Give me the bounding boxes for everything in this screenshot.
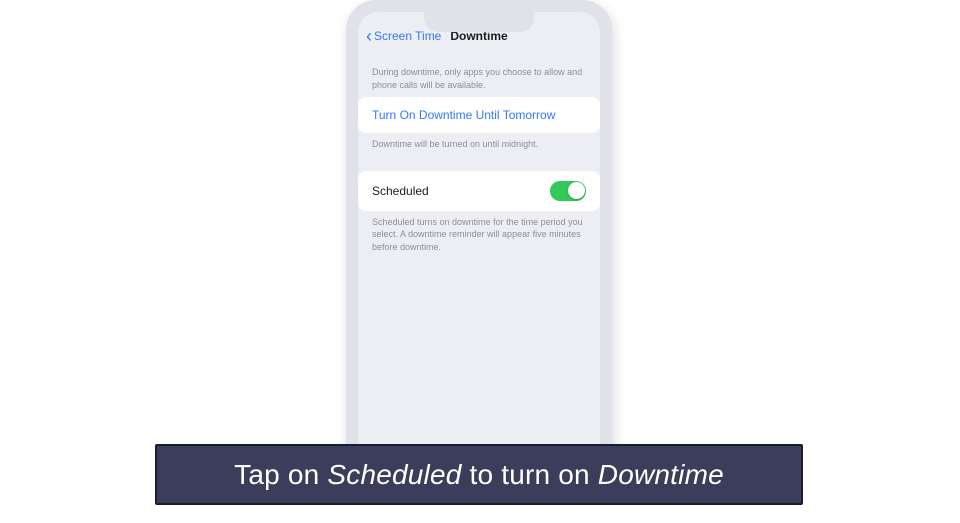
phone-frame: ‹ Screen Time Downtime During downtime, … bbox=[346, 0, 612, 460]
phone-notch bbox=[424, 12, 534, 32]
caption-prefix: Tap on bbox=[234, 459, 327, 490]
scheduled-label: Scheduled bbox=[372, 184, 429, 198]
caption-em-downtime: Downtime bbox=[598, 459, 724, 490]
phone-screen: ‹ Screen Time Downtime During downtime, … bbox=[358, 12, 600, 460]
intro-description: During downtime, only apps you choose to… bbox=[358, 56, 600, 97]
scheduled-footer: Scheduled turns on downtime for the time… bbox=[358, 211, 600, 262]
instruction-caption: Tap on Scheduled to turn on Downtime bbox=[155, 444, 803, 505]
turn-on-downtime-label: Turn On Downtime Until Tomorrow bbox=[372, 108, 555, 122]
back-label: Screen Time bbox=[374, 29, 441, 43]
scheduled-row[interactable]: Scheduled bbox=[358, 171, 600, 211]
caption-em-scheduled: Scheduled bbox=[327, 459, 461, 490]
scheduled-toggle[interactable] bbox=[550, 181, 586, 201]
caption-mid: to turn on bbox=[462, 459, 598, 490]
turn-on-footer: Downtime will be turned on until midnigh… bbox=[358, 133, 600, 159]
turn-on-downtime-row[interactable]: Turn On Downtime Until Tomorrow bbox=[358, 97, 600, 133]
chevron-left-icon: ‹ bbox=[366, 26, 372, 47]
toggle-knob bbox=[568, 182, 585, 199]
